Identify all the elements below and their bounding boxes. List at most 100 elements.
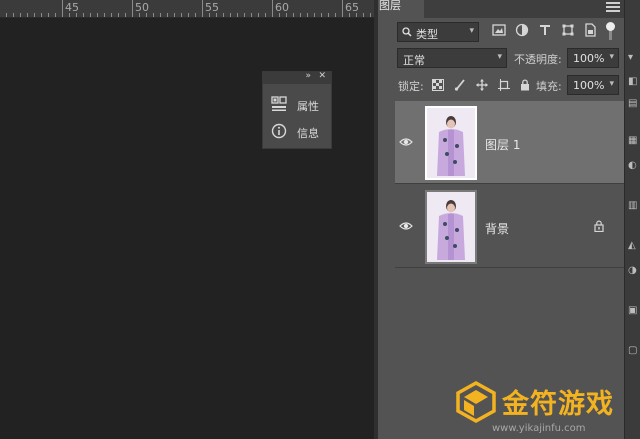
ruler-tick (153, 13, 154, 17)
ruler-tick (370, 13, 371, 17)
chevron-down-icon: ▾ (609, 79, 614, 89)
panel-toggle-icon[interactable]: ◭ (628, 240, 638, 251)
layer-thumbnail (425, 190, 477, 264)
panel-menu-icon[interactable] (606, 2, 620, 14)
ruler-tick (90, 13, 91, 17)
ruler-tick (237, 13, 238, 17)
layer-row[interactable]: 背景 (395, 185, 624, 268)
ruler-tick (328, 13, 329, 17)
horizontal-ruler[interactable]: 45 50 55 60 65 (0, 0, 374, 18)
lock-image-pixels-icon[interactable] (454, 79, 466, 91)
chevron-down-icon: ▾ (469, 26, 474, 36)
layer-thumbnail (425, 106, 477, 180)
panel-toggle-icon[interactable]: ▣ (628, 305, 638, 316)
panel-toggle-icon[interactable]: ▾ (628, 52, 638, 63)
opacity-value: 100% (573, 52, 605, 65)
watermark-logo-icon (456, 380, 496, 424)
ruler-tick (293, 13, 294, 17)
floating-panel-titlebar[interactable]: » ✕ (263, 71, 331, 84)
lock-label: 锁定: (398, 80, 424, 93)
ruler-tick (34, 13, 35, 17)
ruler-tick (314, 13, 315, 17)
ruler-label: 45 (65, 1, 79, 14)
panel-toggle-icon[interactable]: ▦ (628, 135, 638, 146)
layer-row[interactable]: 图层 1 (395, 101, 624, 184)
panel-toggle-icon[interactable]: ▥ (628, 200, 638, 211)
layer-name[interactable]: 背景 (485, 220, 509, 237)
visibility-eye-icon[interactable] (399, 221, 413, 231)
fill-field[interactable]: 100% ▾ (567, 75, 619, 95)
panel-toggle-icon[interactable]: ◑ (628, 265, 638, 276)
photoshop-window: 45 50 55 60 65 » ✕ 属性 信息 图层 类型 ▾ 正常 ▾ 不透… (0, 0, 640, 439)
filter-toggle[interactable] (606, 22, 616, 42)
ruler-tick (118, 13, 119, 17)
visibility-eye-icon[interactable] (399, 137, 413, 147)
ruler-tick (48, 13, 49, 17)
ruler-tick (181, 13, 182, 17)
close-icon[interactable]: ✕ (318, 71, 326, 81)
info-label: 信息 (297, 127, 319, 140)
filter-kind-dropdown[interactable]: 类型 ▾ (397, 22, 479, 42)
chevron-down-icon: ▾ (609, 52, 614, 62)
ruler-label: 65 (345, 1, 359, 14)
blend-mode-dropdown[interactable]: 正常 ▾ (397, 48, 507, 68)
filter-pixel-icon[interactable] (492, 23, 506, 37)
filter-smart-object-icon[interactable] (583, 23, 597, 37)
ruler-tick (265, 13, 266, 17)
info-icon (271, 123, 287, 139)
ruler-tick (20, 13, 21, 17)
search-icon (402, 27, 412, 37)
panel-toggle-icon[interactable]: ◐ (628, 160, 638, 171)
lock-position-icon[interactable] (476, 79, 488, 91)
ruler-tick (167, 13, 168, 17)
ruler-major-tick (342, 0, 343, 17)
ruler-tick (125, 13, 126, 17)
tab-layers-label: 图层 (379, 0, 401, 12)
blend-mode-value: 正常 (403, 54, 425, 67)
panel-toggle-icon[interactable]: ▤ (628, 98, 638, 109)
ruler-major-tick (202, 0, 203, 17)
ruler-label: 55 (205, 1, 219, 14)
tab-layers[interactable]: 图层 (378, 0, 424, 18)
ruler-tick (6, 13, 7, 17)
ruler-tick (363, 13, 364, 17)
layer-name[interactable]: 图层 1 (485, 136, 520, 153)
properties-panel-button[interactable]: 属性 (271, 95, 331, 115)
ruler-tick (188, 13, 189, 17)
chevron-down-icon: ▾ (497, 52, 502, 62)
layers-panel: 图层 类型 ▾ 正常 ▾ 不透明度: 100% ▾ 锁定: 填充: 100% ▾… (378, 0, 624, 439)
panel-tabbar: 图层 (378, 0, 624, 18)
ruler-tick (111, 13, 112, 17)
ruler-tick (83, 13, 84, 17)
ruler-tick (55, 13, 56, 17)
panel-toggle-icon[interactable]: ◧ (628, 76, 638, 87)
filter-type-icon[interactable] (538, 23, 552, 37)
ruler-tick (223, 13, 224, 17)
ruler-tick (307, 13, 308, 17)
collapse-icon[interactable]: » (305, 71, 311, 81)
fill-label: 填充: (536, 80, 562, 93)
watermark: 金符游戏 www.yikajinfu.com (452, 380, 640, 439)
filter-adjustment-icon[interactable] (515, 23, 529, 37)
collapsed-panel-strip: ▾ ◧ ▤ ▦ ◐ ▥ ◭ ◑ ▣ ▢ (624, 0, 640, 439)
ruler-tick (41, 13, 42, 17)
photo-thumbnail-image (427, 108, 475, 178)
ruler-tick (13, 13, 14, 17)
ruler-tick (244, 13, 245, 17)
ruler-tick (104, 13, 105, 17)
ruler-tick (321, 13, 322, 17)
info-panel-button[interactable]: 信息 (271, 122, 331, 142)
opacity-field[interactable]: 100% ▾ (567, 48, 619, 68)
lock-all-icon[interactable] (519, 79, 531, 91)
layer-lock-icon[interactable] (594, 220, 604, 232)
filter-shape-icon[interactable] (561, 23, 575, 37)
lock-transparent-pixels-icon[interactable] (432, 79, 444, 91)
properties-label: 属性 (297, 100, 319, 113)
watermark-url: www.yikajinfu.com (492, 423, 586, 434)
ruler-tick (195, 13, 196, 17)
properties-icon (271, 96, 287, 111)
ruler-tick (27, 13, 28, 17)
lock-artboard-icon[interactable] (498, 79, 510, 91)
ruler-major-tick (62, 0, 63, 17)
panel-toggle-icon[interactable]: ▢ (628, 345, 638, 356)
